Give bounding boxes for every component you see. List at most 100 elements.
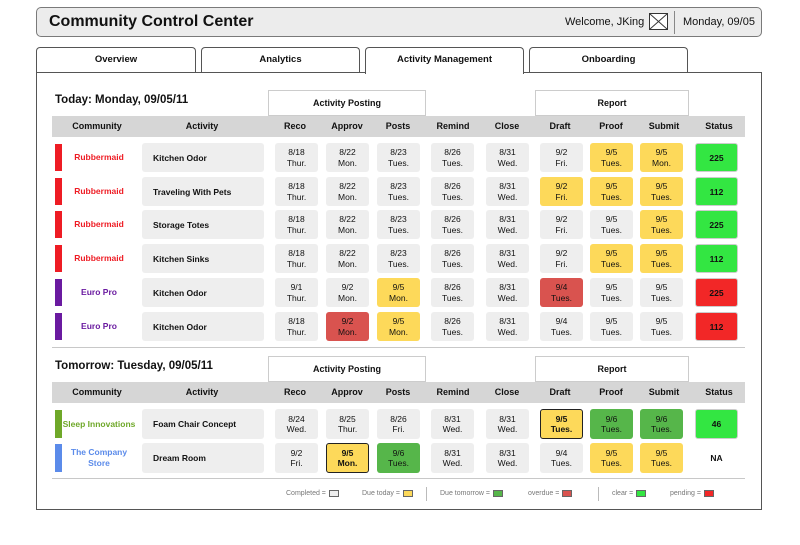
date-cell[interactable]: 9/5 Tues. [590,312,633,341]
date-cell[interactable]: 9/6 Tues. [640,409,683,439]
date-cell[interactable]: 8/24 Wed. [275,409,318,439]
date-cell[interactable]: 8/26 Tues. [431,278,474,307]
day-value: Tues. [651,191,672,202]
date-cell[interactable]: 9/6 Tues. [377,443,420,473]
date-cell[interactable]: 9/5 Mon. [377,312,420,341]
date-cell[interactable]: 9/4 Tues. [540,278,583,307]
date-cell[interactable]: 9/4 Tues. [540,443,583,473]
tab-onboarding[interactable]: Onboarding [529,47,688,73]
status-badge[interactable]: NA [695,443,738,473]
day-value: Thur. [286,326,307,337]
date-cell[interactable]: 9/5 Mon. [640,143,683,172]
date-cell[interactable]: 8/31 Wed. [486,143,529,172]
date-cell[interactable]: 8/31 Wed. [486,278,529,307]
date-cell[interactable]: 9/2 Mon. [326,312,369,341]
date-cell[interactable]: 8/31 Wed. [431,443,474,473]
date-cell[interactable]: 8/26 Tues. [431,312,474,341]
date-cell[interactable]: 9/5 Tues. [590,244,633,273]
date-cell[interactable]: 8/22 Mon. [326,143,369,172]
community-name[interactable]: Rubbermaid [62,177,136,206]
date-cell[interactable]: 9/5 Tues. [640,177,683,206]
date-value: 8/26 [444,282,461,292]
day-value: Tues. [601,258,622,269]
date-cell[interactable]: 9/5 Mon. [326,443,369,473]
date-cell[interactable]: 8/22 Mon. [326,210,369,239]
date-cell[interactable]: 8/31 Wed. [486,409,529,439]
date-cell[interactable]: 8/25 Thur. [326,409,369,439]
date-cell[interactable]: 9/5 Tues. [590,278,633,307]
date-cell[interactable]: 9/4 Tues. [540,312,583,341]
date-cell[interactable]: 9/2 Fri. [275,443,318,473]
date-cell[interactable]: 9/5 Tues. [640,244,683,273]
date-cell[interactable]: 8/22 Mon. [326,177,369,206]
date-cell[interactable]: 9/5 Tues. [640,443,683,473]
activity-name[interactable]: Traveling With Pets [142,177,264,206]
date-cell[interactable]: 8/31 Wed. [486,210,529,239]
community-name[interactable]: Euro Pro [62,312,136,341]
date-cell[interactable]: 9/5 Tues. [590,177,633,206]
date-cell[interactable]: 8/18 Thur. [275,244,318,273]
activity-name[interactable]: Storage Totes [142,210,264,239]
status-badge[interactable]: 46 [695,409,738,439]
activity-name[interactable]: Foam Chair Concept [142,409,264,439]
date-cell[interactable]: 9/5 Tues. [590,443,633,473]
date-cell[interactable]: 8/26 Tues. [431,143,474,172]
activity-name[interactable]: Kitchen Odor [142,312,264,341]
date-cell[interactable]: 8/31 Wed. [486,177,529,206]
date-cell[interactable]: 9/1 Thur. [275,278,318,307]
community-name[interactable]: Euro Pro [62,278,136,307]
date-cell[interactable]: 9/5 Tues. [540,409,583,439]
status-badge[interactable]: 112 [695,312,738,341]
date-cell[interactable]: 8/26 Fri. [377,409,420,439]
status-badge[interactable]: 225 [695,210,738,239]
community-name[interactable]: The Company Store [62,443,136,473]
status-badge[interactable]: 112 [695,244,738,273]
activity-name[interactable]: Kitchen Odor [142,143,264,172]
tab-activity-management[interactable]: Activity Management [365,47,524,74]
community-name[interactable]: Sleep Innovations [62,409,136,439]
date-cell[interactable]: 8/23 Tues. [377,177,420,206]
date-cell[interactable]: 9/5 Tues. [640,278,683,307]
date-cell[interactable]: 8/18 Thur. [275,210,318,239]
date-cell[interactable]: 8/23 Tues. [377,210,420,239]
date-value: 9/5 [605,316,618,326]
tab-overview[interactable]: Overview [36,47,196,73]
date-cell[interactable]: 9/6 Tues. [590,409,633,439]
column-header-draft: Draft [549,121,571,131]
activity-name[interactable]: Dream Room [142,443,264,473]
day-value: Thur. [286,224,307,235]
date-cell[interactable]: 8/22 Mon. [326,244,369,273]
date-cell[interactable]: 9/5 Mon. [377,278,420,307]
status-badge[interactable]: 225 [695,143,738,172]
date-cell[interactable]: 9/2 Fri. [540,177,583,206]
community-name[interactable]: Rubbermaid [62,143,136,172]
date-cell[interactable]: 9/5 Tues. [640,312,683,341]
date-cell[interactable]: 8/23 Tues. [377,244,420,273]
date-cell[interactable]: 8/18 Thur. [275,177,318,206]
date-cell[interactable]: 8/23 Tues. [377,143,420,172]
date-cell[interactable]: 8/26 Tues. [431,244,474,273]
date-cell[interactable]: 9/5 Tues. [590,210,633,239]
date-cell[interactable]: 8/26 Tues. [431,177,474,206]
date-cell[interactable]: 8/31 Wed. [486,312,529,341]
date-cell[interactable]: 9/5 Tues. [640,210,683,239]
date-cell[interactable]: 9/2 Fri. [540,244,583,273]
date-cell[interactable]: 8/26 Tues. [431,210,474,239]
activity-name[interactable]: Kitchen Sinks [142,244,264,273]
date-cell[interactable]: 9/2 Fri. [540,210,583,239]
community-name[interactable]: Rubbermaid [62,210,136,239]
date-cell[interactable]: 8/31 Wed. [486,244,529,273]
date-cell[interactable]: 8/31 Wed. [431,409,474,439]
status-badge[interactable]: 225 [695,278,738,307]
date-cell[interactable]: 8/31 Wed. [486,443,529,473]
date-cell[interactable]: 9/2 Fri. [540,143,583,172]
status-badge[interactable]: 112 [695,177,738,206]
mail-icon[interactable] [649,13,668,30]
tab-analytics[interactable]: Analytics [201,47,360,73]
activity-name[interactable]: Kitchen Odor [142,278,264,307]
date-cell[interactable]: 8/18 Thur. [275,143,318,172]
community-name[interactable]: Rubbermaid [62,244,136,273]
date-cell[interactable]: 9/5 Tues. [590,143,633,172]
date-cell[interactable]: 9/2 Mon. [326,278,369,307]
date-cell[interactable]: 8/18 Thur. [275,312,318,341]
